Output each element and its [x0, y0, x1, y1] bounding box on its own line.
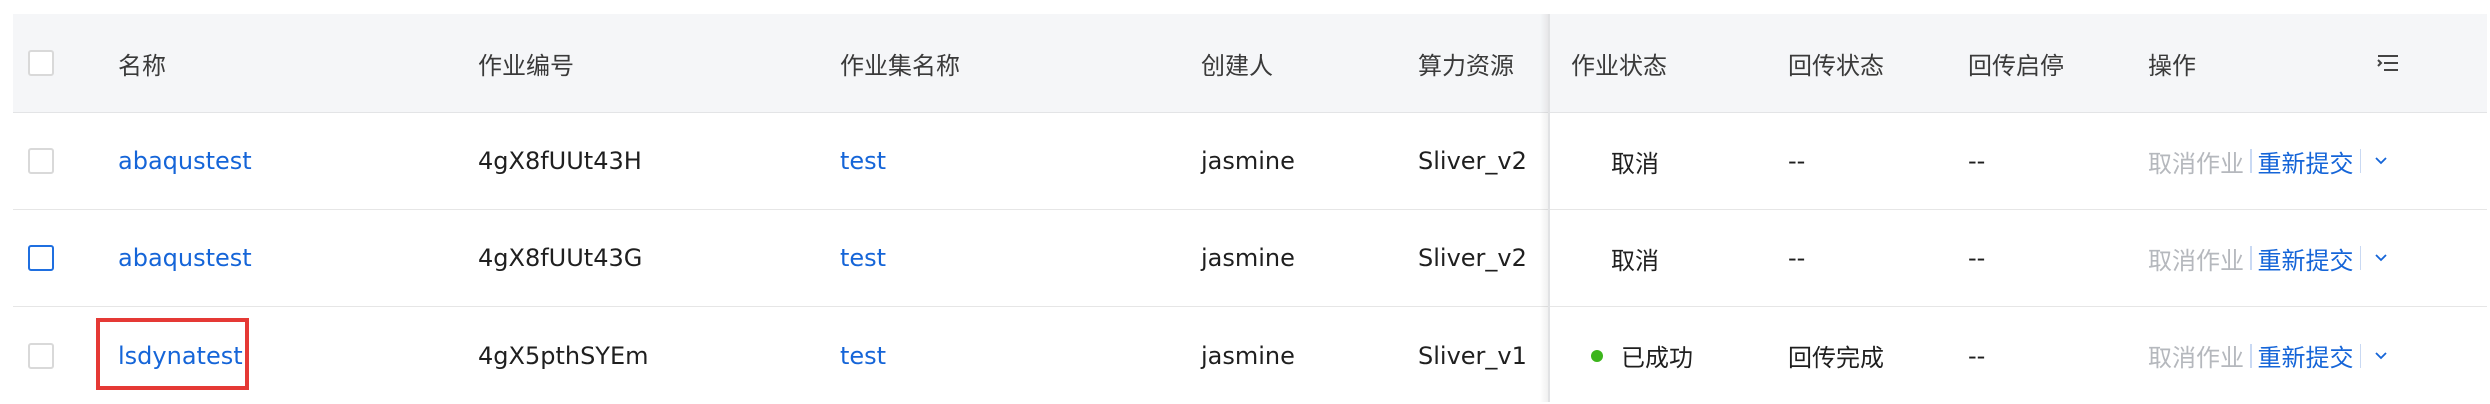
chevron-down-icon[interactable]: [2373, 348, 2389, 364]
table-row[interactable]: lsdynatest 4gX5pthSYEm test jasmine Sliv…: [13, 307, 2487, 404]
return-status: 回传完成: [1788, 344, 1884, 372]
job-id: 4gX8fUUt43H: [478, 147, 642, 175]
jobset-name-link[interactable]: test: [840, 210, 886, 306]
resubmit-button[interactable]: 重新提交: [2258, 241, 2354, 276]
chevron-down-icon[interactable]: [2373, 153, 2389, 169]
job-name-link[interactable]: abaqustest: [118, 113, 252, 209]
cancel-job-button[interactable]: 取消作业: [2148, 241, 2244, 276]
jobset-name-link[interactable]: test: [840, 113, 886, 209]
creator: jasmine: [1201, 244, 1295, 272]
select-all-checkbox[interactable]: [28, 50, 54, 76]
chevron-down-icon[interactable]: [2373, 250, 2389, 266]
job-name-link[interactable]: lsdynatest: [118, 307, 243, 404]
column-header-job-status[interactable]: 作业状态: [1571, 14, 1667, 112]
job-id: 4gX5pthSYEm: [478, 341, 649, 370]
action-divider: [2250, 246, 2252, 270]
return-toggle: --: [1968, 341, 1986, 370]
cancel-job-button[interactable]: 取消作业: [2148, 338, 2244, 373]
select-all-cell: [28, 14, 54, 112]
action-divider: [2250, 149, 2252, 173]
column-header-job-id[interactable]: 作业编号: [478, 14, 574, 112]
column-header-name[interactable]: 名称: [118, 14, 166, 112]
action-divider: [2359, 246, 2361, 270]
return-toggle: --: [1968, 147, 1986, 175]
row-actions: 取消作业 重新提交: [2148, 307, 2389, 404]
job-name-link[interactable]: abaqustest: [118, 210, 252, 306]
resubmit-button[interactable]: 重新提交: [2258, 144, 2354, 179]
creator: jasmine: [1201, 147, 1295, 175]
action-divider: [2359, 149, 2361, 173]
action-divider: [2359, 343, 2361, 368]
row-checkbox[interactable]: [28, 342, 54, 369]
row-select-cell: [28, 113, 54, 209]
resource: Sliver_v2: [1418, 244, 1527, 272]
return-status: --: [1788, 244, 1806, 272]
table-header: 名称 作业编号 作业集名称 创建人 算力资源 作业状态 回传状态 回传启停 操作: [13, 14, 2487, 113]
row-actions: 取消作业 重新提交: [2148, 210, 2389, 306]
table-row[interactable]: abaqustest 4gX8fUUt43G test jasmine Sliv…: [13, 210, 2487, 307]
job-status: 取消: [1611, 246, 1659, 275]
jobset-name-link[interactable]: test: [840, 307, 886, 404]
resource: Sliver_v2: [1418, 147, 1527, 175]
success-dot-icon: [1591, 349, 1603, 362]
job-status: 已成功: [1591, 307, 1693, 404]
row-checkbox[interactable]: [28, 148, 54, 174]
fixed-column-shadow: [1540, 14, 1548, 402]
job-id: 4gX8fUUt43G: [478, 244, 643, 272]
row-checkbox[interactable]: [28, 245, 54, 271]
cancel-job-button[interactable]: 取消作业: [2148, 144, 2244, 179]
job-status-label: 已成功: [1621, 344, 1693, 372]
column-header-return-status[interactable]: 回传状态: [1788, 14, 1884, 112]
column-header-creator[interactable]: 创建人: [1201, 14, 1273, 112]
column-header-jobset-name[interactable]: 作业集名称: [840, 14, 960, 112]
column-header-resource[interactable]: 算力资源: [1418, 14, 1514, 112]
creator: jasmine: [1201, 341, 1295, 370]
resource: Sliver_v1: [1418, 341, 1527, 370]
column-header-return-toggle[interactable]: 回传启停: [1968, 14, 2064, 112]
return-status: --: [1788, 147, 1806, 175]
table-row[interactable]: abaqustest 4gX8fUUt43H test jasmine Sliv…: [13, 113, 2487, 210]
jobs-table: 名称 作业编号 作业集名称 创建人 算力资源 作业状态 回传状态 回传启停 操作…: [13, 14, 2487, 404]
action-divider: [2250, 343, 2252, 368]
column-settings-icon: [2377, 55, 2398, 71]
row-actions: 取消作业 重新提交: [2148, 113, 2389, 209]
resubmit-button[interactable]: 重新提交: [2258, 338, 2354, 373]
job-status: 取消: [1611, 149, 1659, 178]
fixed-column-divider: [1548, 14, 1550, 402]
row-select-cell: [28, 307, 54, 404]
return-toggle: --: [1968, 244, 1986, 272]
column-header-actions: 操作: [2148, 51, 2196, 80]
column-settings-button[interactable]: [2375, 14, 2401, 112]
row-select-cell: [28, 210, 54, 306]
